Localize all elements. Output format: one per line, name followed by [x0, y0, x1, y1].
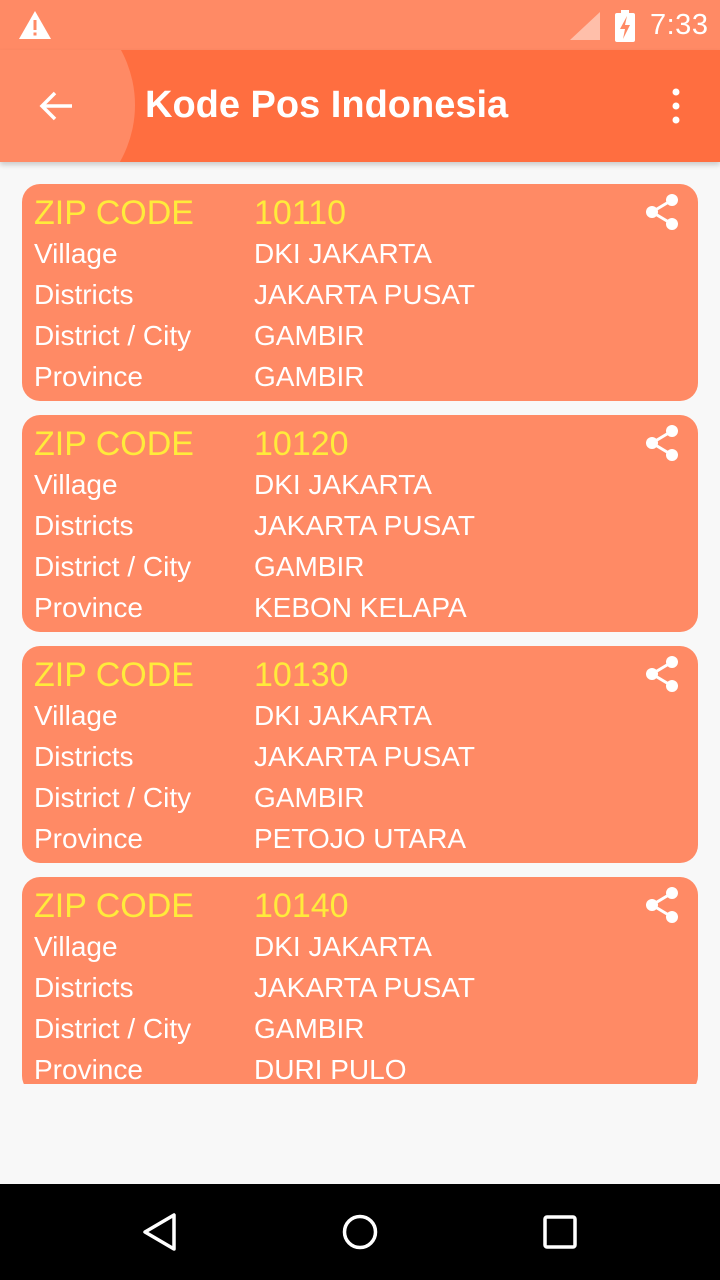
- province-value: PETOJO UTARA: [254, 823, 467, 854]
- share-icon[interactable]: [642, 192, 682, 232]
- province-value: DURI PULO: [254, 1054, 407, 1084]
- navigation-bar: [0, 1184, 720, 1280]
- district-city-label: District / City: [34, 551, 192, 582]
- province-label: Province: [34, 592, 143, 623]
- districts-value: JAKARTA PUSAT: [254, 741, 475, 772]
- screen: 7:33 Kode Pos Indonesia ZIP CODE 10110 Vil…: [0, 0, 720, 1280]
- district-city-label: District / City: [34, 320, 192, 351]
- district-city-value: GAMBIR: [254, 320, 365, 351]
- warning-icon: [19, 11, 51, 39]
- zip-code-value: 10140: [254, 887, 349, 925]
- village-label: Village: [34, 700, 118, 731]
- village-label: Village: [34, 931, 118, 962]
- districts-label: Districts: [34, 279, 134, 310]
- province-label: Province: [34, 361, 143, 392]
- village-value: DKI JAKARTA: [254, 469, 432, 500]
- districts-label: Districts: [34, 741, 134, 772]
- province-label: Province: [34, 1054, 143, 1084]
- page-title: Kode Pos Indonesia: [145, 84, 509, 126]
- zip-card[interactable]: ZIP CODE 10140 Village DKI JAKARTA Districts…: [22, 877, 698, 1084]
- zip-code-label: ZIP CODE: [34, 425, 194, 463]
- village-label: Village: [34, 469, 118, 500]
- district-city-label: District / City: [34, 782, 192, 813]
- signal-icon: [570, 12, 600, 40]
- nav-recents-icon[interactable]: [542, 1214, 578, 1250]
- zip-code-label: ZIP CODE: [34, 887, 194, 925]
- districts-value: JAKARTA PUSAT: [254, 279, 475, 310]
- zip-code-value: 10130: [254, 656, 349, 694]
- zip-code-label: ZIP CODE: [34, 656, 194, 694]
- zip-card[interactable]: ZIP CODE 10130 Village DKI JAKARTA Districts…: [22, 646, 698, 863]
- zip-code-value: 10120: [254, 425, 349, 463]
- zip-card[interactable]: ZIP CODE 10120 Village DKI JAKARTA Districts…: [22, 415, 698, 632]
- village-value: DKI JAKARTA: [254, 238, 432, 269]
- districts-value: JAKARTA PUSAT: [254, 510, 475, 541]
- district-city-value: GAMBIR: [254, 1013, 365, 1044]
- zip-code-value: 10110: [254, 194, 347, 232]
- province-label: Province: [34, 823, 143, 854]
- app-bar: Kode Pos Indonesia: [0, 50, 720, 162]
- share-icon[interactable]: [642, 654, 682, 694]
- share-icon[interactable]: [642, 885, 682, 925]
- village-value: DKI JAKARTA: [254, 931, 432, 962]
- village-value: DKI JAKARTA: [254, 700, 432, 731]
- status-bar: 7:33: [0, 0, 720, 50]
- districts-label: Districts: [34, 510, 134, 541]
- zip-code-list[interactable]: ZIP CODE 10110 Village DKI JAKARTA Districts…: [0, 184, 720, 1084]
- battery-charging-icon: [615, 10, 635, 42]
- nav-back-icon[interactable]: [140, 1212, 180, 1252]
- districts-value: JAKARTA PUSAT: [254, 972, 475, 1003]
- more-vert-icon[interactable]: [664, 86, 688, 126]
- share-icon[interactable]: [642, 423, 682, 463]
- province-value: KEBON KELAPA: [254, 592, 467, 623]
- district-city-value: GAMBIR: [254, 782, 365, 813]
- districts-label: Districts: [34, 972, 134, 1003]
- province-value: GAMBIR: [254, 361, 365, 392]
- district-city-value: GAMBIR: [254, 551, 365, 582]
- zip-card[interactable]: ZIP CODE 10110 Village DKI JAKARTA Districts…: [22, 184, 698, 401]
- zip-code-label: ZIP CODE: [34, 194, 194, 232]
- nav-home-icon[interactable]: [340, 1212, 380, 1252]
- village-label: Village: [34, 238, 118, 269]
- district-city-label: District / City: [34, 1013, 192, 1044]
- arrow-left-icon[interactable]: [36, 86, 76, 126]
- status-time: 7:33: [650, 9, 709, 41]
